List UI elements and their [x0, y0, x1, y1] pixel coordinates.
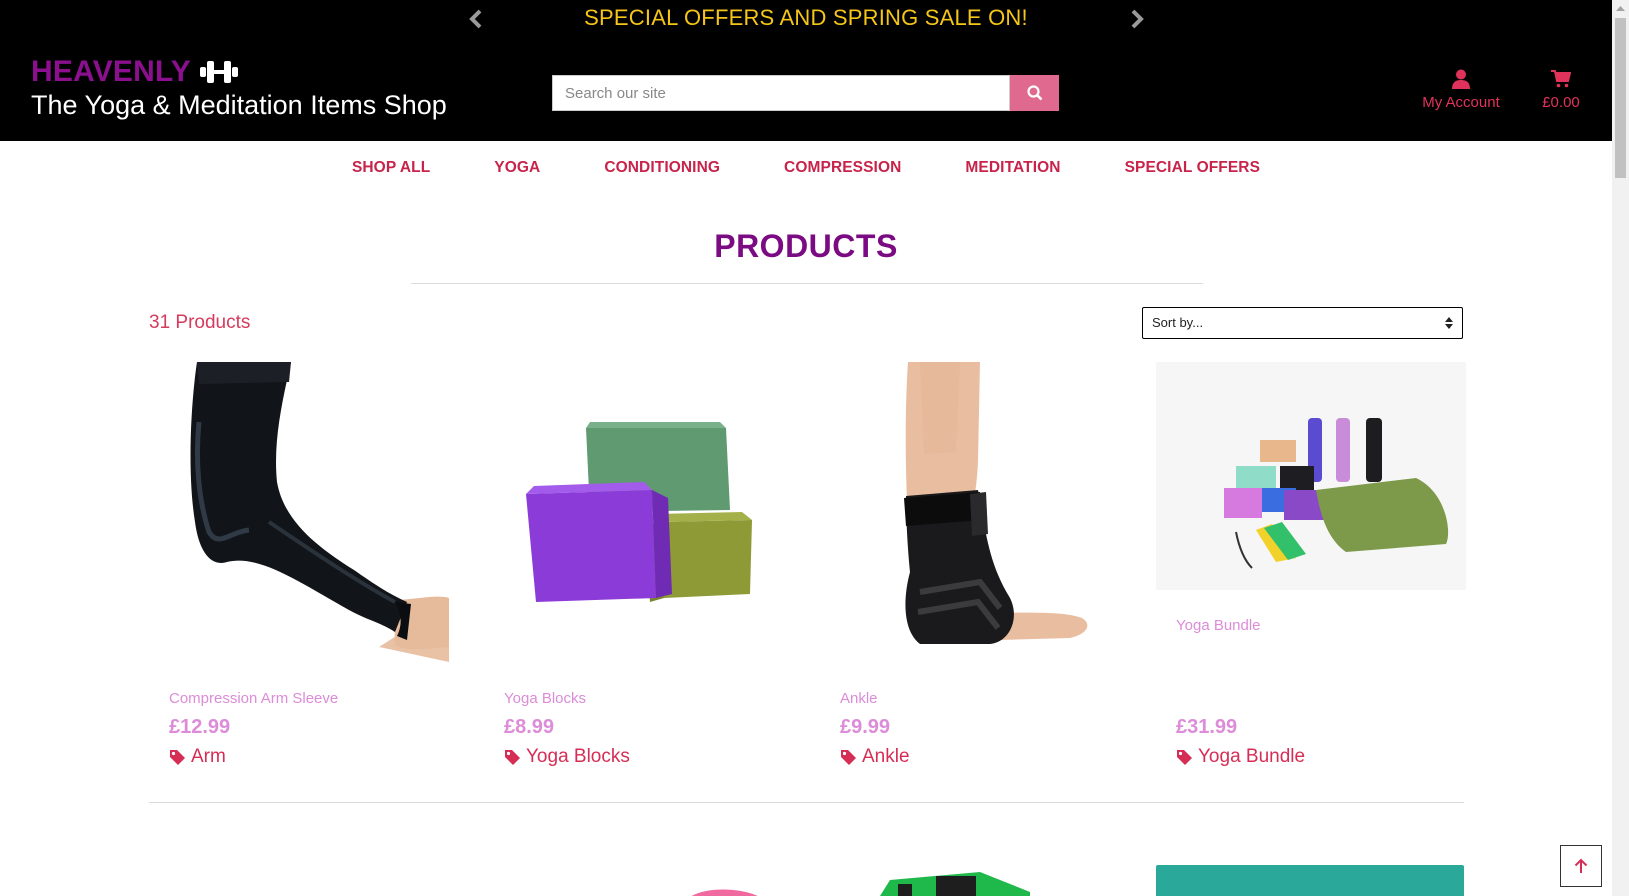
- product-category-link[interactable]: Ankle: [840, 746, 910, 768]
- product-image-ankle[interactable]: [820, 362, 1130, 662]
- product-category-label: Arm: [191, 746, 226, 767]
- nav-item-special-offers[interactable]: SPECIAL OFFERS: [1125, 159, 1260, 177]
- product-category-label: Yoga Bundle: [1198, 746, 1306, 767]
- search-form: [552, 75, 1059, 111]
- promo-banner-text: SPECIAL OFFERS AND SPRING SALE ON!: [584, 5, 1028, 30]
- tag-icon: [505, 749, 520, 765]
- sort-selected-value: Sort by...: [1152, 315, 1204, 330]
- row-divider: [149, 802, 1464, 803]
- product-count: 31 Products: [149, 312, 251, 333]
- arrow-up-icon: [1574, 858, 1588, 873]
- scroll-up-arrow-icon[interactable]: [1612, 0, 1629, 17]
- title-divider: [411, 283, 1203, 284]
- search-button[interactable]: [1010, 75, 1059, 111]
- sort-caret-icon: [1445, 317, 1453, 329]
- product-price: £12.99: [169, 716, 231, 738]
- tag-icon: [1177, 749, 1192, 765]
- nav-item-yoga[interactable]: YOGA: [494, 159, 540, 177]
- nav-item-conditioning[interactable]: CONDITIONING: [604, 159, 720, 177]
- user-icon: [1452, 69, 1470, 89]
- page-title: PRODUCTS: [714, 228, 898, 264]
- page: SPECIAL OFFERS AND SPRING SALE ON! HEAVE…: [0, 0, 1612, 896]
- my-account-link[interactable]: My Account: [1406, 68, 1516, 111]
- product-category-label: Yoga Blocks: [526, 746, 630, 767]
- cart-total: £0.00: [1542, 94, 1580, 111]
- product-image-partial[interactable]: [1156, 865, 1464, 896]
- tag-icon: [841, 749, 856, 765]
- nav-item-compression[interactable]: COMPRESSION: [784, 159, 901, 177]
- product-name[interactable]: Yoga Blocks: [504, 690, 586, 707]
- product-category-link[interactable]: Yoga Blocks: [504, 746, 630, 768]
- product-price: £31.99: [1176, 716, 1238, 738]
- search-input[interactable]: [552, 75, 1010, 111]
- main-nav: SHOP ALL YOGA CONDITIONING COMPRESSION M…: [0, 159, 1612, 177]
- tag-icon: [170, 749, 185, 765]
- product-name[interactable]: Compression Arm Sleeve: [169, 690, 338, 707]
- brand-tagline: The Yoga & Meditation Items Shop: [31, 90, 447, 120]
- banner-next-button[interactable]: [1125, 8, 1147, 30]
- scrollbar[interactable]: [1612, 0, 1629, 896]
- cart-icon: [1551, 70, 1571, 88]
- my-account-label: My Account: [1422, 94, 1500, 111]
- nav-item-meditation[interactable]: MEDITATION: [965, 159, 1060, 177]
- product-name[interactable]: Yoga Bundle: [1176, 617, 1261, 634]
- sort-select[interactable]: Sort by...: [1142, 307, 1463, 339]
- product-category-label: Ankle: [862, 746, 910, 767]
- nav-item-shop-all[interactable]: SHOP ALL: [352, 159, 430, 177]
- site-header: SPECIAL OFFERS AND SPRING SALE ON! HEAVE…: [0, 0, 1612, 141]
- cart-link[interactable]: £0.00: [1530, 68, 1592, 111]
- scrollbar-thumb[interactable]: [1615, 18, 1626, 178]
- product-price: £9.99: [840, 716, 891, 738]
- search-icon: [1026, 85, 1042, 101]
- product-image-partial[interactable]: [880, 866, 1030, 896]
- brand-name: HEAVENLY: [31, 55, 191, 88]
- brand-logo-link[interactable]: HEAVENLY The Yoga & Meditation Items Sho…: [31, 54, 447, 121]
- back-to-top-button[interactable]: [1560, 845, 1602, 887]
- product-price: £8.99: [504, 716, 555, 738]
- product-image-yoga-blocks[interactable]: [484, 362, 794, 662]
- product-image-yoga-bundle[interactable]: [1156, 362, 1466, 590]
- product-image-arm-sleeve[interactable]: [149, 362, 459, 662]
- product-category-link[interactable]: Arm: [169, 746, 226, 768]
- product-name[interactable]: Ankle: [840, 690, 878, 707]
- dumbbell-icon: [199, 61, 238, 83]
- chevron-right-icon: [1131, 9, 1144, 29]
- product-category-link[interactable]: Yoga Bundle: [1176, 746, 1305, 768]
- product-image-partial[interactable]: [680, 884, 770, 896]
